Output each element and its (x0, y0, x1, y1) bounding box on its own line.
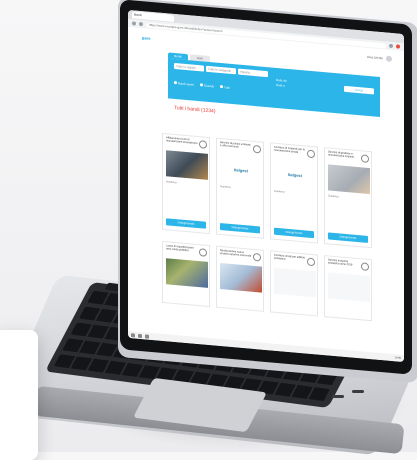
card-meta: Scadenza (328, 194, 339, 199)
card-title: Servizio di pulizia ambienti e uffici co… (220, 140, 251, 149)
card-image (328, 164, 370, 195)
region-select[interactable]: Tutte le regioni (174, 62, 204, 72)
results-grid: Affidamento lavori di manutenzione strao… (162, 132, 382, 249)
radio-open[interactable]: Bandi aperti (174, 80, 194, 87)
favorite-icon[interactable] (307, 257, 315, 267)
favorite-icon[interactable] (307, 149, 315, 159)
favorite-icon[interactable] (361, 262, 369, 272)
results-grid-row2: Lavori di riqualificazione area verde pu… (162, 240, 382, 322)
laptop-scene: Bandi https://www.example-gare.it/bandi/… (0, 0, 417, 460)
result-card[interactable]: Fornitura di materiali per la manutenzio… (270, 142, 318, 244)
radio-icon (174, 80, 177, 85)
details-button[interactable]: Dettagli bando (166, 218, 206, 229)
favorite-icon[interactable] (253, 252, 261, 262)
start-icon[interactable] (131, 332, 135, 338)
screen: Bandi https://www.example-gare.it/bandi/… (128, 9, 404, 363)
result-card[interactable]: Realizzazione nuova struttura sportiva c… (216, 245, 264, 312)
overlay-card (0, 330, 38, 460)
card-image (328, 272, 370, 303)
forward-icon[interactable] (139, 21, 143, 27)
site-logo[interactable]: gare (142, 35, 150, 41)
radio-all[interactable]: Tutti (220, 84, 230, 90)
avatar (386, 55, 392, 63)
date-to-label: Data a (276, 82, 285, 88)
card-title: Fornitura arredi per edificio scolastico (274, 253, 305, 261)
card-meta: Scadenza (220, 184, 231, 189)
details-button[interactable]: Dettagli bando (328, 232, 368, 243)
result-card[interactable]: Fornitura arredi per edificio scolastico (270, 250, 318, 317)
result-card[interactable]: Servizio trasporto scolastico anno 2019 (324, 255, 372, 322)
result-card[interactable]: Lavori di riqualificazione area verde pu… (162, 240, 210, 308)
card-meta: Scadenza (274, 189, 285, 194)
result-card[interactable]: Affidamento lavori di manutenzione strao… (162, 132, 210, 235)
usb-port (352, 390, 364, 393)
favorite-icon[interactable] (199, 248, 207, 257)
card-image (166, 150, 208, 180)
card-title: Affidamento lavori di manutenzione strao… (166, 136, 198, 146)
details-button[interactable]: Dettagli bando (274, 227, 314, 239)
card-title: Realizzazione nuova struttura sportiva c… (220, 248, 252, 258)
status-radios: Bandi aperti Scaduti Tutti (174, 80, 230, 90)
card-image (274, 267, 316, 298)
favorite-icon[interactable] (199, 140, 207, 149)
card-title: Servizio di gestione e manutenzione impi… (328, 150, 354, 159)
result-card[interactable]: Servizio di gestione e manutenzione impi… (324, 147, 372, 249)
card-title: Lavori di riqualificazione area verde pu… (166, 244, 194, 253)
card-title: Fornitura di materiali per la manutenzio… (274, 145, 305, 155)
card-logo-image: Italgest (220, 154, 262, 185)
back-icon[interactable] (132, 21, 136, 26)
search-button[interactable]: Cerca (344, 85, 374, 95)
usb-port (332, 395, 344, 398)
card-logo-image: Italgest (274, 159, 316, 190)
folder-icon[interactable] (145, 333, 149, 339)
category-select[interactable]: Tutte le categorie (206, 65, 236, 75)
radio-icon (220, 84, 224, 89)
browser-icon[interactable] (138, 333, 142, 338)
favorite-icon[interactable] (253, 144, 261, 154)
card-title: Servizio trasporto scolastico anno 2019 (328, 258, 353, 267)
card-image (220, 262, 262, 293)
card-image (166, 258, 208, 288)
card-meta: Scadenza (166, 180, 177, 185)
user-label: Area Utente (366, 54, 383, 61)
favorite-icon[interactable] (361, 154, 369, 164)
taskbar-clock: 10:45 (394, 356, 402, 360)
extension-icon[interactable] (396, 44, 400, 49)
star-icon[interactable] (389, 43, 393, 49)
amount-select[interactable]: Importo (238, 68, 268, 78)
user-area[interactable]: Area Utente (366, 54, 392, 63)
date-labels: Data da Data a (276, 78, 287, 89)
radio-icon (200, 83, 204, 87)
details-button[interactable]: Dettagli bando (220, 222, 260, 234)
radio-expired[interactable]: Scaduti (200, 83, 214, 88)
result-card[interactable]: Servizio di pulizia ambienti e uffici co… (216, 137, 264, 239)
